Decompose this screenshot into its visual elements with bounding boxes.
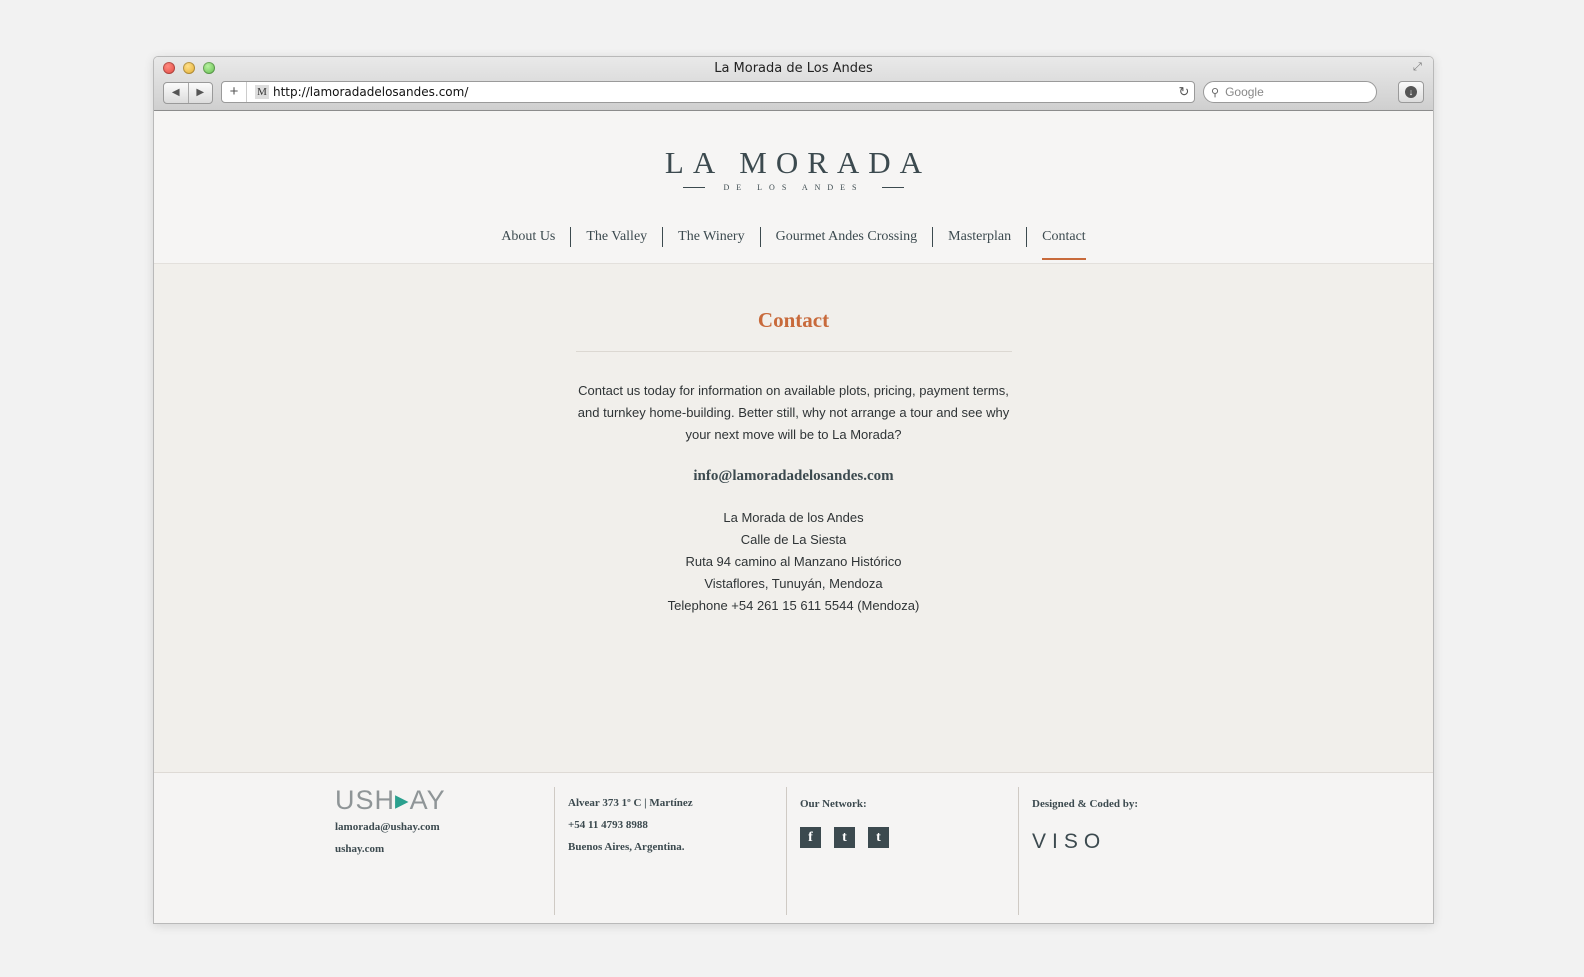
add-bookmark-icon[interactable]: + [222,82,247,102]
designed-heading: Designed & Coded by: [1032,798,1139,810]
footer-address-column: Alvear 373 1º C | Martínez +54 11 4793 8… [554,787,787,915]
reload-icon[interactable]: ↻ [1174,84,1194,100]
tumblr-icon[interactable]: t [868,827,889,848]
back-button[interactable]: ◀ [164,83,189,103]
address-bar[interactable]: + M http://lamoradadelosandes.com/ ↻ [221,81,1195,103]
contact-intro: Contact us today for information on avai… [577,383,1010,442]
site-logo[interactable]: LA MORADA DE LOS ANDES [154,145,1433,192]
ushay-logo-left: USH [335,785,396,815]
back-forward-buttons: ◀ ▶ [163,82,213,104]
site-footer: USH▸AY lamorada@ushay.com ushay.com Alve… [154,772,1433,923]
logo-subtitle: DE LOS ANDES [154,183,1433,192]
footer-credits-column: Designed & Coded by: VISO [1018,787,1251,915]
network-heading: Our Network: [800,798,867,810]
telephone-line: Telephone +54 261 15 611 5544 (Mendoza) [667,598,920,613]
contact-section: Contact Contact us today for information… [154,264,1433,772]
search-icon: ⚲ [1211,86,1220,99]
nav-item-the-winery[interactable]: The Winery [662,227,759,247]
search-placeholder: Google [1225,85,1264,99]
facebook-icon[interactable]: f [800,827,821,848]
social-links: f t t [787,827,1019,848]
favicon-icon: M [255,85,269,99]
browser-toolbar: La Morada de Los Andes ⤢ ◀ ▶ + M http://… [154,57,1433,111]
twitter-icon[interactable]: t [834,827,855,848]
nav-item-gourmet-andes-crossing[interactable]: Gourmet Andes Crossing [759,227,933,247]
download-icon: ↓ [1405,86,1417,98]
contact-email-link[interactable]: info@lamoradadelosandes.com [154,468,1433,485]
site-header: LA MORADA DE LOS ANDES About Us The Vall… [154,111,1433,264]
viso-logo[interactable]: VISO [1019,830,1251,854]
nav-item-the-valley[interactable]: The Valley [570,227,662,247]
title-divider [575,351,1012,352]
nav-item-about-us[interactable]: About Us [486,227,570,247]
ushay-logo-mark: ▸ [395,785,410,815]
web-page: LA MORADA DE LOS ANDES About Us The Vall… [154,111,1433,923]
footer-city: Buenos Aires, Argentina. [568,841,685,853]
forward-button[interactable]: ▶ [189,83,213,103]
downloads-button[interactable]: ↓ [1398,81,1424,103]
logo-title: LA MORADA [664,145,932,180]
nav-item-contact[interactable]: Contact [1026,227,1101,260]
ushay-site-link[interactable]: ushay.com [335,838,554,860]
logo-rule-right [881,187,904,188]
page-title: Contact [757,308,830,332]
ushay-logo[interactable]: USH▸AY [335,785,554,816]
footer-address-line: Alvear 373 1º C | Martínez [568,797,693,809]
nav-item-masterplan[interactable]: Masterplan [932,227,1026,247]
address-line: La Morada de los Andes [723,510,864,525]
search-input[interactable]: ⚲ Google [1203,81,1377,103]
address-line: Calle de La Siesta [740,532,847,547]
ushay-email-link[interactable]: lamorada@ushay.com [335,816,554,838]
browser-window: La Morada de Los Andes ⤢ ◀ ▶ + M http://… [153,56,1434,924]
url-field[interactable]: http://lamoradadelosandes.com/ [273,85,1174,99]
postal-address: La Morada de los Andes Calle de La Siest… [154,507,1433,617]
main-nav: About Us The Valley The Winery Gourmet A… [154,227,1433,260]
footer-ushay-column: USH▸AY lamorada@ushay.com ushay.com [335,785,554,915]
address-line: Ruta 94 camino al Manzano Histórico [685,554,902,569]
logo-rule-left [683,187,706,188]
address-line: Vistaflores, Tunuyán, Mendoza [704,576,883,591]
footer-phone: +54 11 4793 8988 [568,819,648,831]
fullscreen-icon[interactable]: ⤢ [1413,61,1427,75]
footer-network-column: Our Network: f t t [786,787,1019,915]
ushay-logo-right: AY [409,785,446,815]
window-title: La Morada de Los Andes [714,61,873,76]
logo-subtitle-text: DE LOS ANDES [723,183,864,192]
